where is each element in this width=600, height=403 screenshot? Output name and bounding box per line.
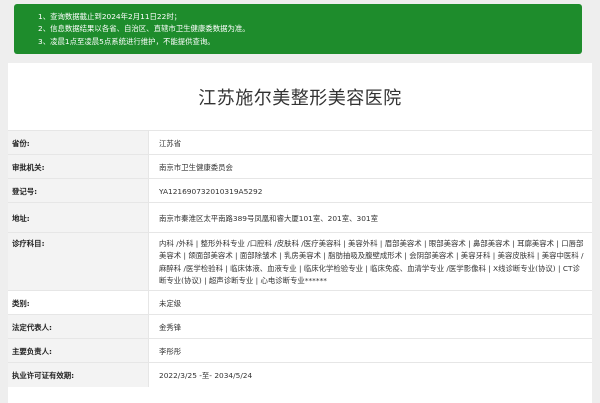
field-label: 诊疗科目: — [8, 233, 148, 291]
field-label: 法定代表人: — [8, 315, 148, 339]
field-row-license-validity: 执业许可证有效期: 2022/3/25 -至- 2034/5/24 — [8, 362, 592, 387]
hospital-info-card: 江苏施尔美整形美容医院 省份: 江苏省 审批机关: 南京市卫生健康委员会 登记号… — [8, 63, 592, 403]
field-row-legal-representative: 法定代表人: 金秀锋 — [8, 314, 592, 339]
field-label: 执业许可证有效期: — [8, 363, 148, 387]
field-value: 南京市秦淮区太平南路389号凤凰和睿大厦101室、201室、301室 — [148, 203, 592, 233]
field-label: 类别: — [12, 298, 30, 308]
notice-line-1: 1、查询数据截止到2024年2月11日22时； — [38, 12, 182, 21]
field-label: 审批机关: — [8, 155, 148, 179]
field-row-province: 省份: 江苏省 — [8, 130, 592, 155]
field-row-registration-number: 登记号: YA121690732010319A5292 — [8, 178, 592, 203]
notice-banner: 1、查询数据截止到2024年2月11日22时； 2、信息数据结果以各省、自治区、… — [14, 4, 582, 54]
field-row-category: 类别: 未定级 — [8, 290, 592, 315]
page-title: 江苏施尔美整形美容医院 — [198, 88, 402, 109]
notice-line-3: 3、凌晨1点至凌晨5点系统进行维护，不能提供查询。 — [38, 36, 215, 46]
notice-line-2: 2、信息数据结果以各省、自治区、直辖市卫生健康委数据为准。 — [38, 24, 250, 34]
field-label: 地址: — [8, 203, 148, 233]
field-value: YA121690732010319A5292 — [148, 179, 592, 203]
field-value: 江苏省 — [148, 131, 592, 155]
field-label: 省份: — [8, 131, 148, 155]
field-row-departments: 诊疗科目: 内科 /外科 | 整形外科专业 /口腔科 /皮肤科 /医疗美容科 |… — [8, 232, 592, 291]
field-value: 2022/3/25 -至- 2034/5/24 — [148, 363, 592, 387]
field-row-approval-authority: 审批机关: 南京市卫生健康委员会 — [8, 154, 592, 179]
field-label: 主要负责人: — [8, 339, 148, 363]
field-value: 未定级 — [148, 291, 592, 315]
field-value: 内科 /外科 | 整形外科专业 /口腔科 /皮肤科 /医疗美容科 | 美容外科 … — [148, 233, 592, 291]
field-row-address: 地址: 南京市秦淮区太平南路389号凤凰和睿大厦101室、201室、301室 — [8, 202, 592, 233]
field-row-principal: 主要负责人: 李彤彤 — [8, 338, 592, 363]
field-value: 李彤彤 — [148, 339, 592, 363]
field-value: 金秀锋 — [148, 315, 592, 339]
field-value: 南京市卫生健康委员会 — [148, 155, 592, 179]
field-label: 登记号: — [8, 179, 148, 203]
